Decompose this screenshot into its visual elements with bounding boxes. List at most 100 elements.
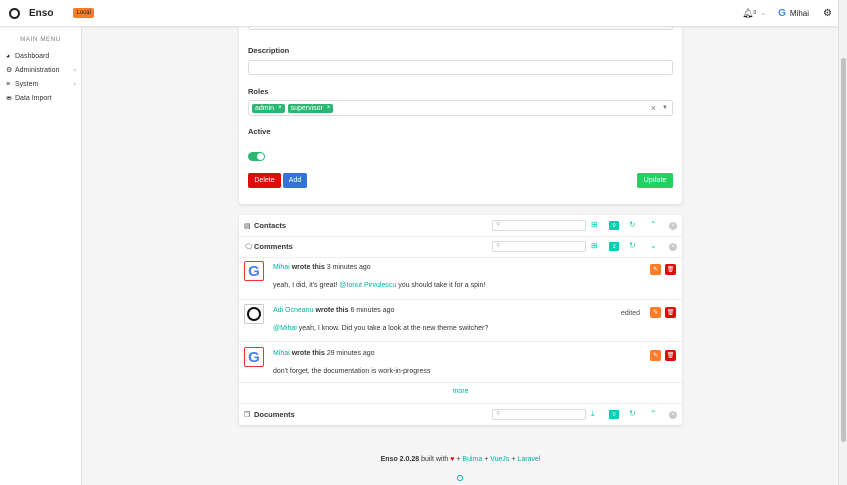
description-input[interactable]	[248, 60, 673, 75]
footer-version: Enso 2.0.28	[380, 456, 420, 463]
sidebar: MAIN MENU ◕ Dashboard ⚙ Administration ‹…	[0, 27, 82, 485]
dashboard-icon: ◕	[6, 52, 11, 60]
divider	[239, 382, 682, 383]
search-icon: ⚲	[496, 243, 501, 249]
comment-author[interactable]: Mihai	[273, 350, 290, 357]
comment-item: G Mihai wrote this 29 minutes ago don't …	[239, 344, 682, 386]
notifications-count: 0	[753, 10, 757, 16]
role-tag: admin ×	[252, 103, 285, 113]
brand-name[interactable]: Enso	[29, 8, 53, 19]
more-comments-link[interactable]: more	[239, 388, 682, 395]
enso-footer-logo-icon	[457, 475, 463, 481]
chevron-down-icon: ⌄	[760, 10, 767, 17]
contacts-search-input[interactable]: ⚲	[492, 220, 586, 231]
comment-time: 3 minutes ago	[326, 264, 371, 271]
delete-comment-button[interactable]: 🗑︎	[665, 307, 676, 318]
avatar	[244, 304, 264, 324]
google-avatar-icon: G	[778, 7, 786, 19]
enso-avatar-icon	[247, 307, 261, 321]
avatar: G	[244, 347, 264, 367]
refresh-icon[interactable]: ↻	[629, 409, 636, 418]
comment-wrote: wrote this	[291, 264, 325, 271]
sidebar-item-label: Administration	[15, 66, 60, 74]
sidebar-item-administration[interactable]: ⚙ Administration ‹	[0, 63, 81, 77]
add-comment-icon[interactable]: ⊞	[591, 241, 598, 250]
enso-logo-icon[interactable]	[9, 7, 20, 19]
comment-text-part: yeah, I know. Did you take a look at the…	[296, 325, 489, 332]
role-tag-label: admin	[255, 104, 275, 112]
documents-title: Documents	[254, 410, 295, 419]
user-menu[interactable]: G Mihai	[778, 8, 809, 19]
chevron-down-icon[interactable]: ▼	[662, 105, 668, 111]
add-button[interactable]: Add	[283, 173, 307, 188]
scrollbar-thumb[interactable]	[841, 58, 846, 442]
refresh-icon[interactable]: ↻	[629, 220, 636, 229]
page-scrollbar[interactable]	[838, 0, 847, 485]
remove-tag-icon[interactable]: ×	[327, 105, 331, 111]
sidebar-item-label: System	[15, 80, 39, 88]
update-button[interactable]: Update	[637, 173, 673, 188]
comment-mention[interactable]: @Ionut Pirvulescu	[339, 282, 396, 289]
role-form-card: Description Roles admin × supervisor × ×…	[239, 15, 682, 204]
comment-mention[interactable]: @Mihai	[273, 325, 297, 332]
google-avatar-icon: G	[248, 348, 260, 366]
comment-wrote: wrote this	[315, 307, 349, 314]
comment-text-part: yeah, I did, it's great!	[273, 282, 340, 289]
comment-wrote: wrote this	[291, 350, 325, 357]
delete-comment-button[interactable]: 🗑︎	[665, 264, 676, 275]
bulma-link[interactable]: Bulma	[462, 456, 482, 463]
database-icon: ⛂	[6, 95, 12, 102]
vuejs-link[interactable]: VueJs	[490, 456, 509, 463]
bell-icon: 🔔︎	[742, 7, 754, 18]
settings-icon[interactable]: ⚙	[823, 8, 832, 19]
cogs-icon: ⚙	[6, 67, 13, 74]
comment-text: yeah, I did, it's great! @Ionut Pirvules…	[273, 282, 485, 289]
close-icon[interactable]: ×	[669, 411, 677, 419]
documents-search-input[interactable]: ⚲	[492, 409, 586, 420]
edit-comment-button[interactable]: ✎	[650, 350, 661, 361]
comment-item: Adi Ocneanu wrote this 6 minutes ago @Mi…	[239, 301, 682, 343]
contacts-title: Contacts	[254, 221, 287, 230]
notifications-dropdown[interactable]: 🔔︎ 0 ⌄	[742, 8, 766, 19]
sidebar-item-system[interactable]: ≡ System ‹	[0, 77, 81, 91]
clear-icon[interactable]: ×	[651, 103, 656, 113]
comment-meta: Adi Ocneanu wrote this 6 minutes ago	[273, 307, 394, 314]
comment-author[interactable]: Adi Ocneanu	[273, 307, 313, 314]
avatar: G	[244, 261, 264, 281]
active-label: Active	[248, 127, 271, 136]
laravel-link[interactable]: Laravel	[517, 456, 540, 463]
roles-select[interactable]: admin × supervisor × × ▼	[248, 100, 673, 116]
sidebar-item-label: Data Import	[15, 94, 52, 102]
active-toggle[interactable]	[248, 152, 265, 161]
chevron-left-icon: ‹	[73, 66, 76, 74]
sidebar-item-dashboard[interactable]: ◕ Dashboard	[0, 49, 81, 63]
divider	[239, 341, 682, 342]
comments-search-input[interactable]: ⚲	[492, 241, 586, 252]
comment-author[interactable]: Mihai	[273, 264, 290, 271]
google-avatar-icon: G	[248, 262, 260, 280]
add-contact-icon[interactable]: ⊞	[591, 220, 598, 229]
edit-comment-button[interactable]: ✎	[650, 264, 661, 275]
comment-item: G Mihai wrote this 3 minutes ago yeah, I…	[239, 258, 682, 300]
close-icon[interactable]: ×	[669, 222, 677, 230]
sidebar-item-data-import[interactable]: ⛂ Data Import	[0, 91, 81, 105]
comment-meta: Mihai wrote this 29 minutes ago	[273, 350, 375, 357]
delete-button[interactable]: Delete	[248, 173, 281, 188]
documents-icon: ❐	[244, 411, 251, 419]
footer: Enso 2.0.28 built with ♥ + Bulma + VueJs…	[239, 456, 682, 463]
chevron-down-icon[interactable]: ⌄	[650, 241, 657, 250]
comments-title: Comments	[254, 242, 293, 251]
top-navbar: Enso Local 🔔︎ 0 ⌄ G Mihai ⚙	[0, 0, 838, 27]
chevron-up-icon[interactable]: ⌃	[650, 409, 657, 418]
close-icon[interactable]: ×	[669, 243, 677, 251]
edit-comment-button[interactable]: ✎	[650, 307, 661, 318]
comment-time: 6 minutes ago	[350, 307, 395, 314]
delete-comment-button[interactable]: 🗑︎	[665, 350, 676, 361]
footer-text: built with	[419, 456, 451, 463]
navbar-right: 🔔︎ 0 ⌄ G Mihai ⚙	[742, 0, 838, 26]
refresh-icon[interactable]: ↻	[629, 241, 636, 250]
documents-count: 0	[609, 410, 619, 419]
chevron-up-icon[interactable]: ⌃	[650, 220, 657, 229]
upload-icon[interactable]: ⤓	[591, 409, 595, 419]
remove-tag-icon[interactable]: ×	[278, 105, 282, 111]
